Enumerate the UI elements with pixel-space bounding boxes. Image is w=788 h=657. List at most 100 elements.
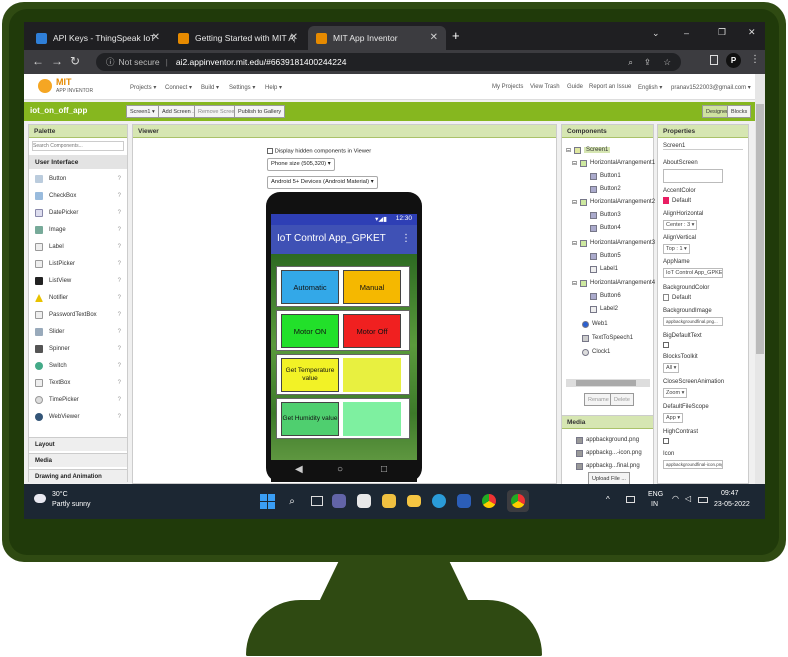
volume-icon[interactable]: ◁ [685, 494, 691, 503]
account-menu[interactable]: pranav1522003@gmail.com ▾ [671, 84, 751, 91]
display-icon[interactable] [626, 496, 635, 503]
palette-notifier[interactable]: Notifier? [35, 292, 125, 304]
menu-help[interactable]: Help ▾ [265, 84, 282, 91]
palette-spinner[interactable]: Spinner? [35, 343, 125, 355]
automatic-button[interactable]: Automatic [281, 270, 339, 304]
link-my-projects[interactable]: My Projects [492, 84, 523, 90]
store-icon[interactable] [357, 494, 371, 508]
help-icon[interactable]: ? [118, 193, 121, 199]
rename-button[interactable]: Rename [584, 393, 613, 406]
start-icon[interactable] [257, 491, 277, 511]
palette-slider[interactable]: Slider? [35, 326, 125, 338]
clock-date[interactable]: 23-05-2022 [714, 501, 750, 508]
help-icon[interactable]: ? [118, 329, 121, 335]
palette-button[interactable]: Button? [35, 173, 125, 185]
delete-button[interactable]: Delete [610, 393, 634, 406]
help-icon[interactable]: ? [118, 278, 121, 284]
about-screen-input[interactable] [663, 169, 723, 183]
close-animation-select[interactable]: Zoom ▾ [663, 388, 688, 398]
palette-passwordtextbox[interactable]: PasswordTextBox? [35, 309, 125, 321]
clock-time[interactable]: 09:47 [721, 490, 739, 497]
palette-listpicker[interactable]: ListPicker? [35, 258, 125, 270]
palette-listview[interactable]: ListView? [35, 275, 125, 287]
help-icon[interactable]: ? [118, 346, 121, 352]
teams-icon[interactable] [332, 494, 346, 508]
tree-harr3[interactable]: ⊟ HorizontalArrangement3 [572, 237, 655, 249]
category-layout[interactable]: Layout [29, 437, 127, 451]
app-notification-icon[interactable] [382, 494, 396, 508]
address-bar[interactable]: ⓘ Not secure | ai2.appinventor.mit.edu/#… [96, 53, 681, 71]
tree-button1[interactable]: Button1 [590, 170, 621, 182]
star-icon[interactable]: ☆ [663, 57, 671, 68]
chrome-icon[interactable] [482, 494, 496, 508]
task-view-icon[interactable] [307, 491, 327, 511]
wifi-icon[interactable]: ◠ [672, 494, 679, 503]
menu-settings[interactable]: Settings ▾ [229, 84, 255, 91]
big-default-text-checkbox[interactable] [663, 342, 669, 348]
tree-horizontal-scrollbar[interactable] [566, 379, 650, 387]
share-icon[interactable]: ⇪ [644, 57, 651, 68]
palette-webviewer[interactable]: WebViewer? [35, 411, 125, 423]
tree-label2[interactable]: Label2 [590, 303, 618, 315]
scroll-thumb[interactable] [756, 104, 764, 354]
default-file-scope-select[interactable]: App ▾ [663, 413, 684, 423]
close-icon[interactable]: ✕ [152, 32, 160, 43]
app-name-input[interactable]: IoT Control App_GPKET [663, 268, 723, 278]
zoom-icon[interactable]: ⌕ [628, 57, 633, 68]
tree-harr2[interactable]: ⊟ HorizontalArrangement2 [572, 196, 655, 208]
close-icon[interactable]: ✕ [430, 32, 438, 43]
category-drawing[interactable]: Drawing and Animation [29, 469, 127, 483]
tree-button5[interactable]: Button5 [590, 250, 621, 262]
palette-datepicker[interactable]: DatePicker? [35, 207, 125, 219]
motor-on-button[interactable]: Motor ON [281, 314, 339, 348]
blocks-button[interactable]: Blocks [727, 105, 752, 118]
recents-nav-icon[interactable]: □ [381, 464, 387, 475]
tray-expand-icon[interactable]: ^ [606, 495, 610, 504]
palette-search-input[interactable] [32, 141, 124, 151]
minimize-button[interactable]: – [684, 28, 689, 38]
background-color-select[interactable]: Default [663, 294, 691, 301]
media-file-1[interactable]: appbackground.png [576, 434, 639, 446]
reload-icon[interactable]: ↻ [70, 54, 80, 68]
palette-switch[interactable]: Switch? [35, 360, 125, 372]
palette-image[interactable]: Image? [35, 224, 125, 236]
screen-select-button[interactable]: Screen1 ▾ [126, 105, 159, 118]
motor-off-button[interactable]: Motor Off [343, 314, 401, 348]
palette-label[interactable]: Label? [35, 241, 125, 253]
category-user-interface[interactable]: User Interface [29, 155, 127, 169]
collapse-icon[interactable]: ⊟ [572, 199, 577, 206]
phone-size-select[interactable]: Phone size (505,320) ▾ [267, 158, 335, 171]
help-icon[interactable]: ? [118, 176, 121, 182]
tab-thingspeak[interactable]: API Keys - ThingSpeak IoT ✕ [28, 26, 168, 50]
maximize-button[interactable]: ❐ [718, 27, 726, 38]
tree-screen1[interactable]: ⊟ Screen1 [566, 144, 611, 156]
hidden-components-checkbox-row[interactable]: Display hidden components in Viewer [267, 148, 371, 155]
file-explorer-icon[interactable] [407, 495, 421, 507]
tree-button4[interactable]: Button4 [590, 222, 621, 234]
back-icon[interactable]: ← [32, 54, 44, 68]
profile-avatar[interactable]: P [726, 53, 741, 68]
collapse-icon[interactable]: ⊟ [572, 280, 577, 287]
link-guide[interactable]: Guide [567, 84, 583, 90]
accent-color-select[interactable]: Default [663, 197, 691, 204]
help-icon[interactable]: ? [118, 312, 121, 318]
category-media[interactable]: Media [29, 453, 127, 467]
palette-timepicker[interactable]: TimePicker? [35, 394, 125, 406]
close-icon[interactable]: ✕ [290, 32, 298, 43]
menu-connect[interactable]: Connect ▾ [165, 84, 192, 91]
overflow-menu-icon[interactable]: ⋮ [401, 233, 411, 244]
tab-search-button[interactable]: ⌄ [652, 28, 660, 39]
window-close-button[interactable]: ✕ [748, 27, 756, 38]
align-vertical-select[interactable]: Top : 1 ▾ [663, 244, 690, 254]
help-icon[interactable]: ? [118, 244, 121, 250]
checkbox[interactable] [267, 148, 273, 154]
menu-dots-icon[interactable]: ⋮ [750, 54, 760, 65]
high-contrast-checkbox[interactable] [663, 438, 669, 444]
weather-icon[interactable] [34, 494, 46, 503]
weather-temp[interactable]: 30°C [52, 491, 68, 498]
help-icon[interactable]: ? [118, 380, 121, 386]
android-theme-select[interactable]: Android 5+ Devices (Android Material) ▾ [267, 176, 378, 189]
tab-mit-app-inventor[interactable]: MIT App Inventor ✕ [308, 26, 446, 50]
collapse-icon[interactable]: ⊟ [566, 147, 571, 154]
blocks-toolkit-select[interactable]: All ▾ [663, 363, 680, 373]
